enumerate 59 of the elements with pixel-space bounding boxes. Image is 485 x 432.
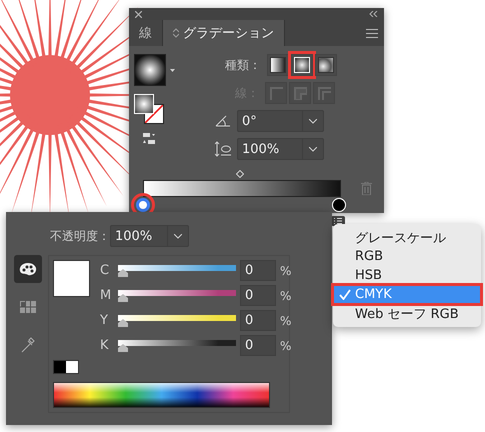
color-slider-track[interactable] [118,340,236,352]
slider-thumb[interactable] [118,318,128,326]
menu-icon[interactable] [366,28,378,38]
percent-label: % [280,288,292,302]
grid-icon [20,301,36,313]
chevron-down-icon[interactable] [309,118,317,124]
gradient-slider-bar[interactable] [143,180,341,197]
menu-item[interactable]: RGB [333,247,481,266]
aspect-ratio-dropdown[interactable]: 100% [237,138,324,160]
stroke-corner-icon [293,86,307,100]
color-mode-button[interactable] [14,255,42,283]
aspect-ratio-icon [215,141,231,157]
midpoint-diamond-icon[interactable] [236,170,244,178]
color-slider-track[interactable] [118,290,236,302]
menu-item[interactable]: グレースケール [333,228,481,247]
channel-label: C [100,263,110,278]
chevron-down-icon[interactable] [309,146,317,152]
default-colors-swatch[interactable] [53,360,79,374]
panel-tab[interactable]: グラデーション [163,20,285,46]
fill-stroke-swatch[interactable] [134,94,164,124]
gradient-type-button[interactable] [315,54,337,76]
collapse-icon[interactable] [369,11,378,17]
chevron-down-icon[interactable] [174,234,182,238]
gradient-preview[interactable] [134,54,166,86]
channel-value-field[interactable]: 0 [240,260,276,281]
eyedropper-icon [21,337,35,353]
type-label: 種類： [225,56,261,74]
stroke-corner-icon [317,86,331,100]
checkmark-icon [339,289,351,300]
color-slider-track[interactable] [118,264,236,276]
stroke-corner-icon [269,86,283,100]
percent-label: % [280,264,292,278]
close-icon[interactable] [135,10,142,18]
channel-label: Y [100,313,109,328]
sort-arrows-icon [173,28,179,38]
gradient-type-button[interactable] [291,54,313,76]
dropdown-arrow-icon[interactable] [170,68,175,72]
percent-label: % [280,314,292,328]
opacity-dropdown[interactable]: 100% [110,225,189,247]
angle-dropdown[interactable]: 0° [237,110,324,132]
gradient-type-button[interactable] [267,54,289,76]
color-slider-track[interactable] [118,314,236,326]
slider-thumb[interactable] [118,268,128,276]
slider-thumb[interactable] [118,294,128,302]
channel-value-field[interactable]: 0 [240,335,276,356]
palette-icon [19,262,37,276]
menu-item[interactable]: HSB [333,266,481,285]
color-preview-swatch [53,260,90,297]
channel-value-field[interactable]: 0 [240,310,276,331]
channel-label: K [100,338,110,353]
swap-icon[interactable] [142,132,156,145]
angle-icon [215,115,231,127]
slider-thumb[interactable] [118,344,128,352]
color-spectrum-bar[interactable] [53,382,270,408]
channel-label: M [100,288,112,303]
opacity-label: 不透明度： [50,228,110,244]
channel-value-field[interactable]: 0 [240,285,276,306]
menu-item[interactable]: Web セーフ RGB [333,304,481,323]
percent-label: % [280,338,292,352]
